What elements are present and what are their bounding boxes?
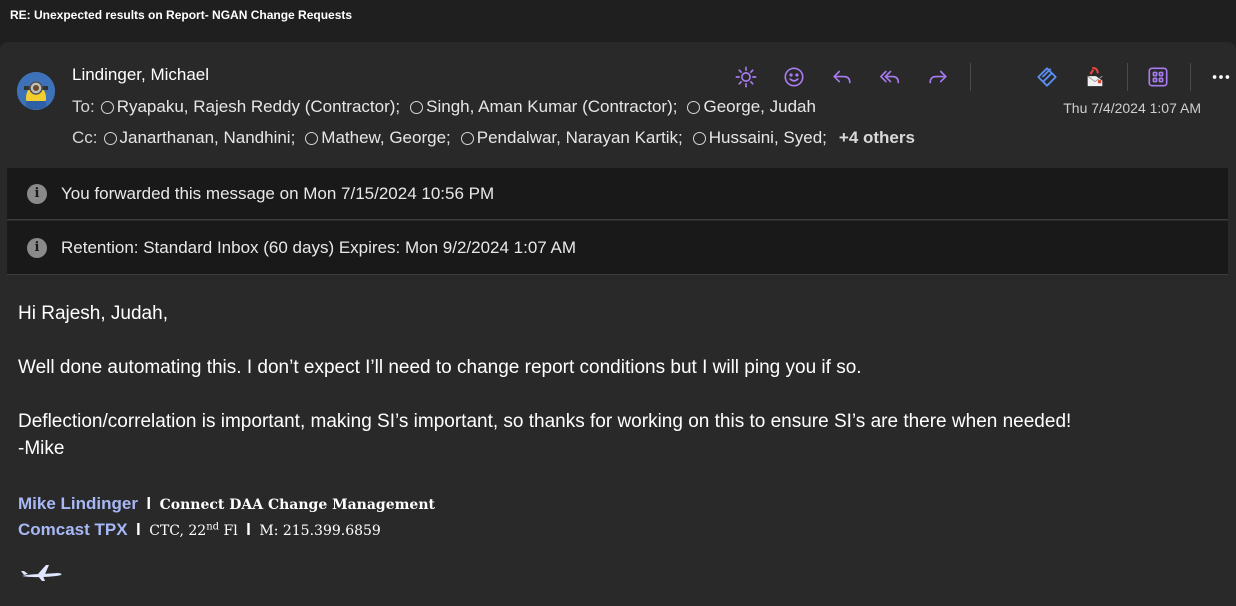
to-label: To: [72,97,95,116]
body-paragraph: Deflection/correlation is important, mak… [18,411,1072,432]
airplane-logo [21,565,62,581]
recipient-chip[interactable]: Singh, Aman Kumar (Contractor); [410,97,677,117]
signature-mobile: M: 215.399.6859 [259,523,381,539]
signature-role: Connect DAA Change Management [159,497,435,513]
signature-separator: l [146,494,152,513]
recipient-chip[interactable]: Mathew, George; [305,128,451,148]
signature-line-2: Comcast TPX l CTC, 22nd Fl l M: 215.399.… [18,520,381,540]
message-date: Thu 7/4/2024 1:07 AM [1063,100,1201,116]
report-message-icon[interactable] [1079,62,1111,92]
recipient-chip[interactable]: George, Judah [687,97,816,117]
presence-icon [460,131,474,145]
recipient-chip[interactable]: Ryapaku, Rajesh Reddy (Contractor); [100,97,400,117]
forward-icon[interactable] [922,62,954,92]
signature-company: Comcast TPX [18,520,128,539]
message-card: Lindinger, Michael To: Ryapaku, Rajesh R… [0,42,1236,606]
retention-text: Retention: Standard Inbox (60 days) Expi… [61,237,577,257]
cc-label: Cc: [72,128,98,147]
recipient-chip[interactable]: Janarthanan, Nandhini; [103,128,295,148]
signature-location: CTC, 22nd Fl [149,521,238,539]
recipient-chip[interactable]: Pendalwar, Narayan Kartik; [460,128,683,148]
presence-icon [103,131,117,145]
signature-separator: l [136,520,141,539]
signature-separator: l [246,520,251,539]
avatar[interactable] [17,72,55,110]
presence-icon [410,100,424,114]
sender-name[interactable]: Lindinger, Michael [72,65,209,85]
apps-icon[interactable] [1142,62,1174,92]
toolbar-divider [970,63,971,91]
signature-line-1: Mike Lindinger l Connect DAA Change Mana… [18,494,435,514]
toolbar-divider [1190,63,1191,91]
reply-icon[interactable] [826,62,858,92]
greeting: Hi Rajesh, Judah, [18,303,168,324]
info-icon: i [27,237,47,258]
more-icon[interactable] [1205,62,1236,92]
info-icon: i [27,183,47,204]
cc-line: Cc: Janarthanan, Nandhini; Mathew, Georg… [72,128,915,148]
recipient-chip[interactable]: Hussaini, Syed; [692,128,827,148]
retention-info-bar: i Retention: Standard Inbox (60 days) Ex… [7,221,1228,275]
presence-icon [687,100,701,114]
smiley-icon[interactable] [778,62,810,92]
toolbar-divider [1127,63,1128,91]
body-paragraph: Well done automating this. I don’t expec… [18,357,862,378]
forwarded-info-bar: i You forwarded this message on Mon 7/15… [7,168,1228,220]
forwarded-text: You forwarded this message on Mon 7/15/2… [61,183,495,203]
viva-insights-icon[interactable] [1031,62,1063,92]
window-title: RE: Unexpected results on Report- NGAN C… [0,0,1236,33]
sun-icon[interactable] [730,62,762,92]
presence-icon [692,131,706,145]
presence-icon [305,131,319,145]
to-line: To: Ryapaku, Rajesh Reddy (Contractor); … [72,97,826,117]
signature-name: Mike Lindinger [18,494,138,513]
message-toolbar [730,62,1236,92]
presence-icon [100,100,114,114]
signoff: -Mike [18,438,65,459]
reply-all-icon[interactable] [874,62,906,92]
more-recipients-button[interactable]: +4 others [839,128,915,148]
